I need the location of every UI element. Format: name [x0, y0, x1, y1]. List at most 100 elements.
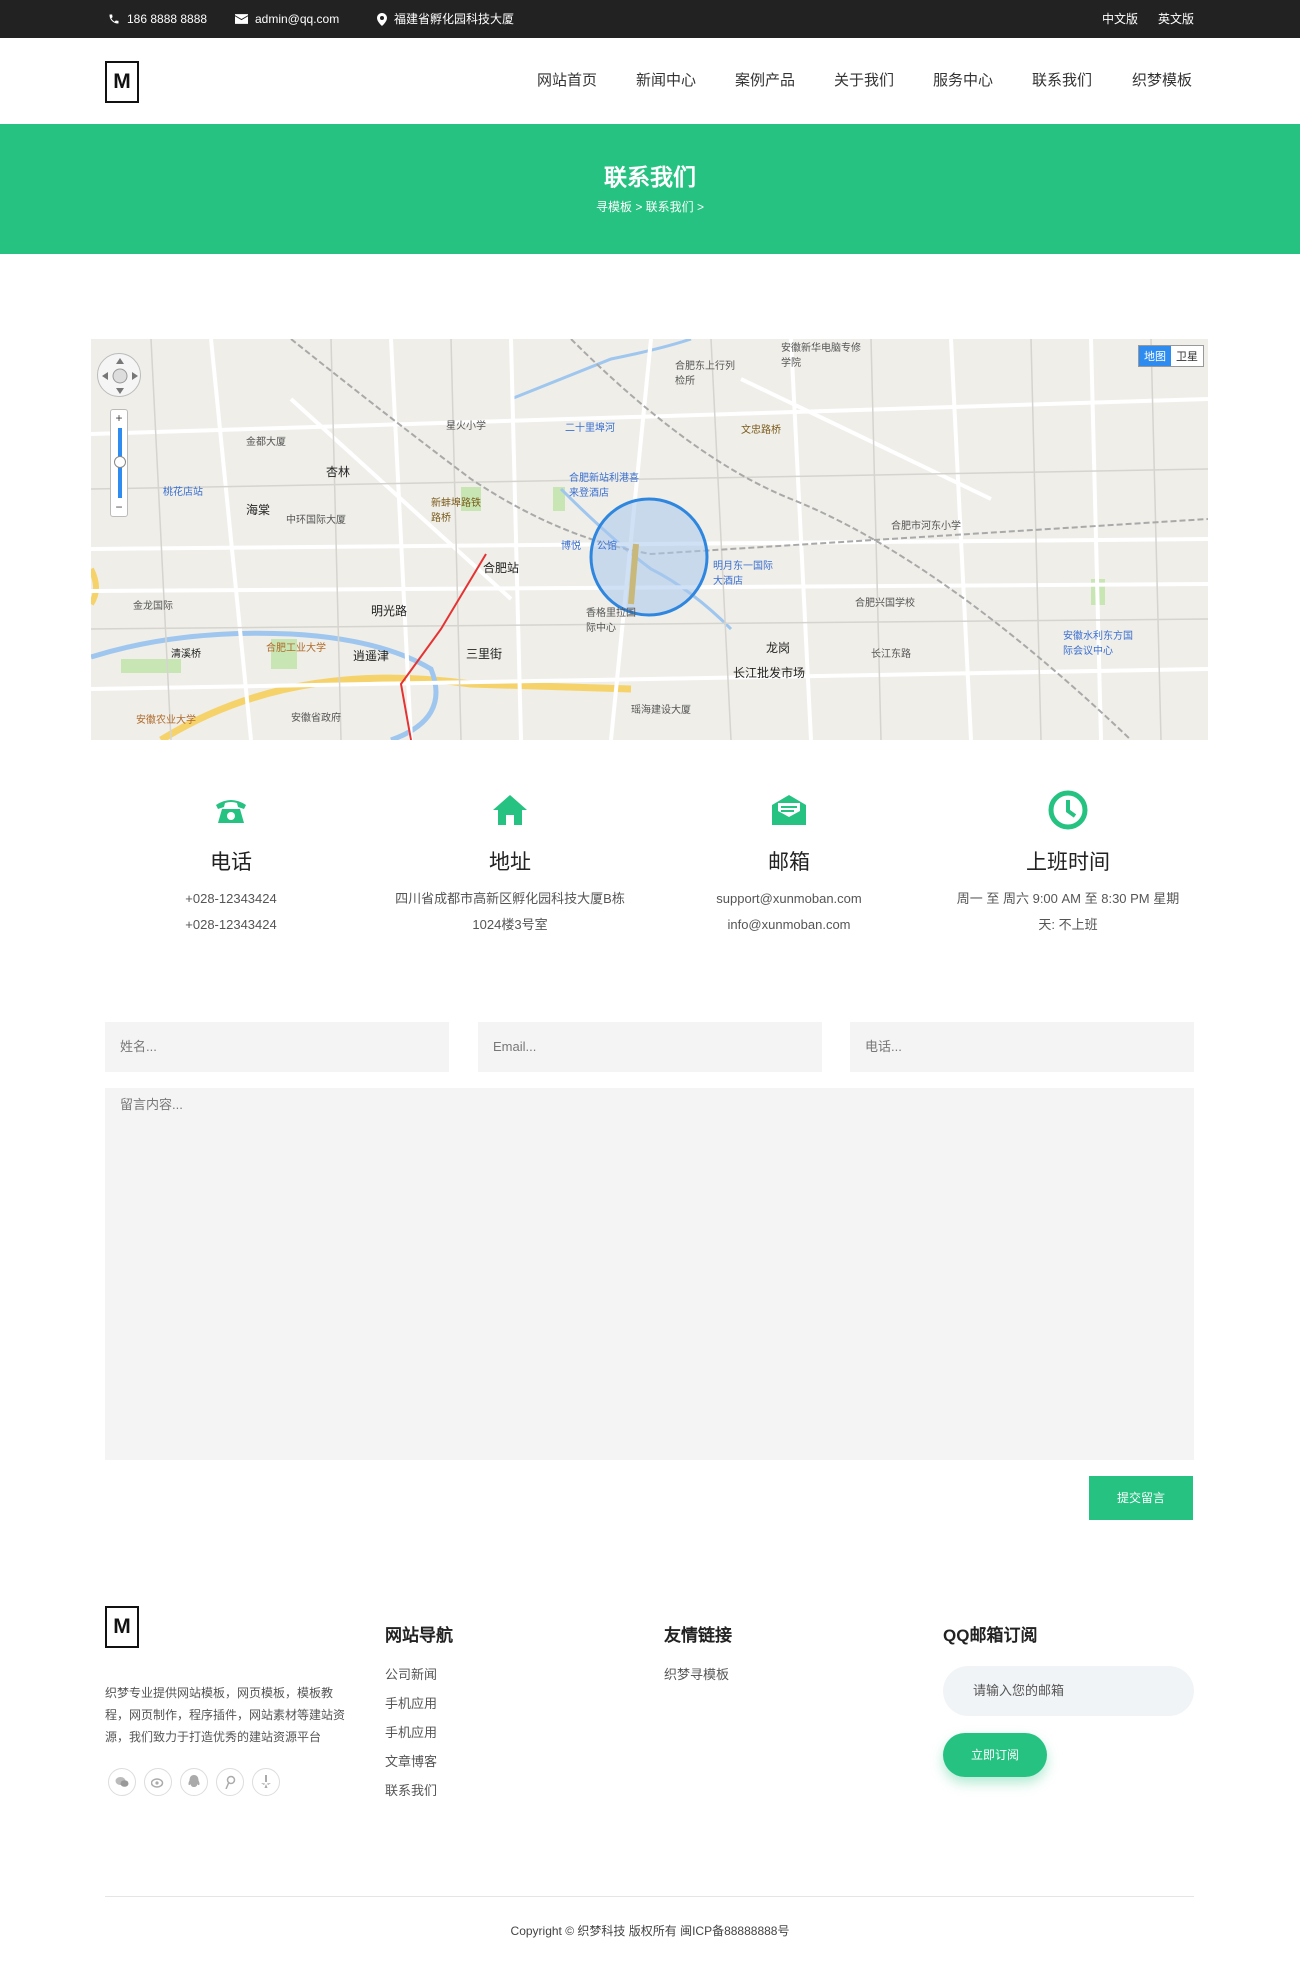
lang-english-link[interactable]: 英文版: [1158, 0, 1194, 38]
message-textarea[interactable]: 留言内容...: [105, 1088, 1194, 1460]
nav-item-about[interactable]: 关于我们: [834, 38, 894, 124]
map-label: 瑶海建设大厦: [631, 705, 691, 716]
page-title: 联系我们: [604, 164, 696, 190]
contact-line: support@xunmoban.com: [716, 891, 862, 906]
map-label: 清溪桥: [171, 649, 201, 660]
envelope-icon: [772, 795, 806, 825]
map-pan-control[interactable]: [97, 353, 141, 397]
contact-line: info@xunmoban.com: [727, 917, 851, 932]
map-label: 金龙国际: [133, 601, 173, 612]
breadcrumb[interactable]: 寻模板 > 联系我们 >: [0, 198, 1300, 215]
nav-item-news[interactable]: 新闻中心: [636, 38, 696, 124]
contact-email-card: 邮箱 support@xunmoban.com info@xunmoban.com: [664, 790, 914, 938]
footer-subscribe-column: QQ邮箱订阅: [943, 1606, 1037, 1646]
weibo-icon: [151, 1778, 164, 1788]
home-icon: [493, 795, 527, 825]
copyright-text: Copyright © 织梦科技 版权所有 闽ICP备88888888号: [510, 1924, 790, 1938]
footer-logo[interactable]: M: [105, 1606, 139, 1648]
map-label: 公馆: [597, 541, 617, 552]
contact-line: +028-12343424: [185, 917, 277, 932]
footer-nav-link[interactable]: 公司新闻: [385, 1660, 453, 1689]
footer-nav-column: 网站导航 公司新闻 手机应用 手机应用 文章博客 联系我们: [385, 1606, 453, 1805]
footer-nav-link[interactable]: 手机应用: [385, 1689, 453, 1718]
zoom-in-button[interactable]: +: [111, 411, 127, 425]
map-label: 三里街: [466, 647, 503, 661]
map-label: 星火小学: [446, 421, 486, 432]
top-bar: 186 8888 8888 admin@qq.com 福建省孵化园科技大厦 中文…: [0, 0, 1300, 38]
telephone-icon: [216, 800, 246, 823]
map-label: 合肥东上行列检所: [675, 361, 735, 387]
topbar-email-text: admin@qq.com: [255, 12, 340, 26]
map-type-map-button[interactable]: 地图: [1139, 346, 1171, 366]
map-label: 合肥工业大学: [266, 643, 326, 654]
topbar-address: 福建省孵化园科技大厦: [377, 0, 514, 38]
map-type-satellite-button[interactable]: 卫星: [1171, 346, 1203, 366]
footer-friend-links-column: 友情链接 织梦寻模板: [664, 1606, 732, 1689]
map-label: 合肥站: [483, 561, 520, 575]
contact-hours-card: 上班时间 周一 至 周六 9:00 AM 至 8:30 PM 星期 天: 不上班: [943, 790, 1193, 938]
map-label: 逍遥津: [353, 649, 390, 663]
zoom-out-button[interactable]: −: [111, 500, 127, 514]
nav-item-service[interactable]: 服务中心: [933, 38, 993, 124]
map-label: 海棠: [246, 503, 271, 517]
map-label: 安徽水利东方国际会议中心: [1063, 631, 1133, 657]
map-label: 长江批发市场: [733, 666, 806, 680]
map-label: 二十里埠河: [565, 423, 615, 434]
contact-phone-card: 电话 +028-12343424 +028-12343424: [106, 790, 356, 938]
social-yelp[interactable]: [252, 1768, 280, 1796]
name-field[interactable]: 姓名...: [105, 1022, 449, 1072]
mail-icon: [235, 14, 248, 24]
nav-item-contact[interactable]: 联系我们: [1032, 38, 1092, 124]
contact-title: 邮箱: [768, 851, 810, 874]
footer-nav-link[interactable]: 文章博客: [385, 1747, 453, 1776]
map-label: 文忠路桥: [741, 425, 781, 436]
topbar-phone: 186 8888 8888: [108, 0, 207, 38]
location-map[interactable]: 合肥站 桃花店站 海棠 杏林 明光路 三里街 逍遥津 龙岗 长江批发市场 合肥工…: [91, 339, 1208, 740]
tencent-weibo-icon: [225, 1775, 236, 1789]
social-weibo[interactable]: [144, 1768, 172, 1796]
map-label: 安徽农业大学: [136, 715, 196, 726]
yelp-icon: [261, 1775, 271, 1788]
social-qq[interactable]: [180, 1768, 208, 1796]
contact-line: +028-12343424: [185, 891, 277, 906]
map-label: 安徽省政府: [291, 713, 341, 724]
phone-icon: [109, 14, 119, 24]
map-roads: [91, 339, 1208, 740]
map-label: 安徽新华电脑专修学院: [781, 343, 861, 369]
nav-item-templates[interactable]: 织梦模板: [1132, 38, 1192, 124]
footer-nav-link[interactable]: 联系我们: [385, 1776, 453, 1805]
social-wechat[interactable]: [108, 1768, 136, 1796]
topbar-address-text: 福建省孵化园科技大厦: [394, 12, 515, 26]
location-pin-icon: [377, 12, 387, 26]
map-label: 桃花店站: [163, 487, 203, 498]
contact-line: 四川省成都市高新区孵化园科技大厦B栋: [395, 891, 625, 906]
map-label: 明光路: [371, 604, 408, 618]
site-logo[interactable]: M: [105, 61, 139, 103]
map-label: 龙岗: [766, 641, 791, 655]
wechat-icon: [115, 1777, 129, 1787]
footer-divider: [105, 1896, 1194, 1897]
footer-links-title: 友情链接: [664, 1626, 732, 1645]
map-label: 新蚌埠路铁路桥: [431, 498, 481, 524]
social-tencent-weibo[interactable]: [216, 1768, 244, 1796]
subscribe-button[interactable]: 立即订阅: [943, 1733, 1047, 1777]
phone-field[interactable]: 电话...: [850, 1022, 1194, 1072]
map-label: 合肥兴国学校: [855, 598, 915, 609]
zoom-slider-handle[interactable]: [114, 456, 126, 468]
topbar-email[interactable]: admin@qq.com: [235, 0, 339, 38]
footer-nav-link[interactable]: 手机应用: [385, 1718, 453, 1747]
subscribe-email-input[interactable]: 请输入您的邮箱: [943, 1666, 1194, 1716]
friend-link[interactable]: 织梦寻模板: [664, 1660, 732, 1689]
page-banner: 联系我们 寻模板 > 联系我们 >: [0, 124, 1300, 254]
map-label: 博悦: [561, 541, 581, 552]
nav-item-cases[interactable]: 案例产品: [735, 38, 795, 124]
site-header: M 网站首页 新闻中心 案例产品 关于我们 服务中心 联系我们 织梦模板: [0, 38, 1300, 124]
clock-icon: [1048, 790, 1088, 830]
map-label: 合肥新站利港喜来登酒店: [569, 473, 639, 499]
contact-title: 地址: [489, 851, 531, 874]
lang-chinese-link[interactable]: 中文版: [1102, 0, 1138, 38]
nav-item-home[interactable]: 网站首页: [537, 38, 597, 124]
email-field[interactable]: Email...: [478, 1022, 822, 1072]
map-zoom-control[interactable]: + −: [110, 409, 128, 517]
submit-message-button[interactable]: 提交留言: [1089, 1476, 1193, 1520]
